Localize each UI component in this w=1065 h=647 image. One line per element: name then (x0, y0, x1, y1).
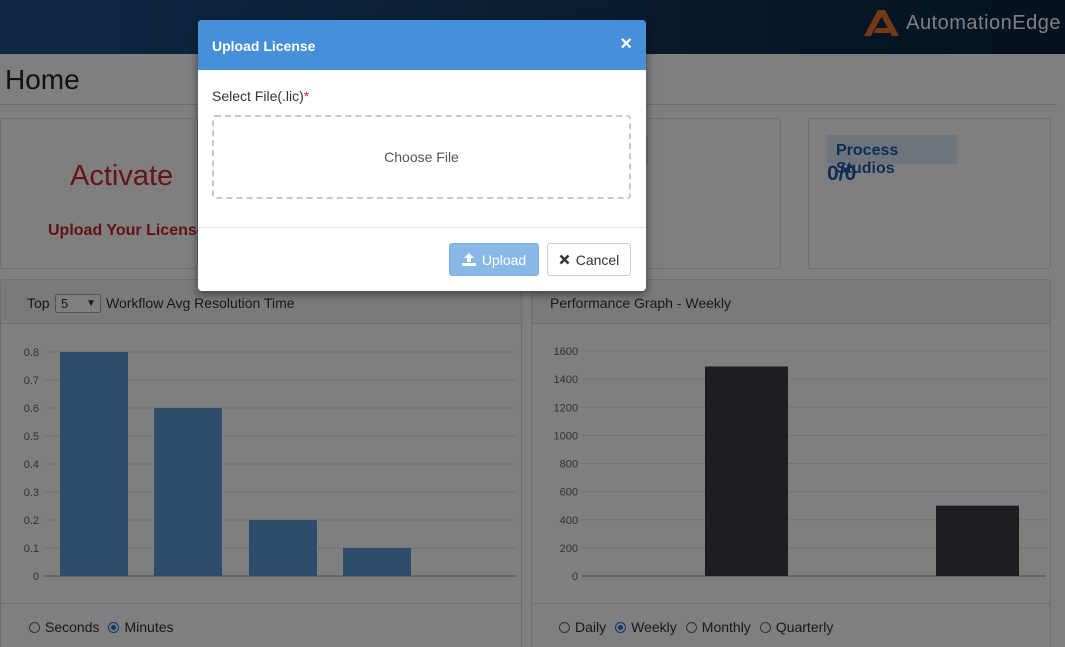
cancel-button-label: Cancel (575, 251, 620, 268)
file-dropzone[interactable]: Choose File (212, 115, 631, 199)
close-icon[interactable]: × (620, 34, 632, 54)
select-file-label-text: Select File(.lic) (212, 88, 304, 104)
modal-footer-divider (198, 227, 646, 228)
select-file-label: Select File(.lic)* (212, 88, 309, 104)
modal-header: Upload License × (198, 20, 646, 70)
upload-icon (461, 253, 476, 266)
upload-license-modal: Upload License × Select File(.lic)* Choo… (198, 20, 646, 291)
required-marker: * (303, 88, 310, 104)
choose-file-text: Choose File (384, 149, 459, 165)
cancel-button[interactable]: Cancel (547, 243, 631, 276)
upload-button[interactable]: Upload (449, 243, 539, 276)
cancel-x-icon (559, 254, 570, 265)
upload-button-label: Upload (481, 251, 527, 268)
modal-title: Upload License (212, 38, 316, 54)
